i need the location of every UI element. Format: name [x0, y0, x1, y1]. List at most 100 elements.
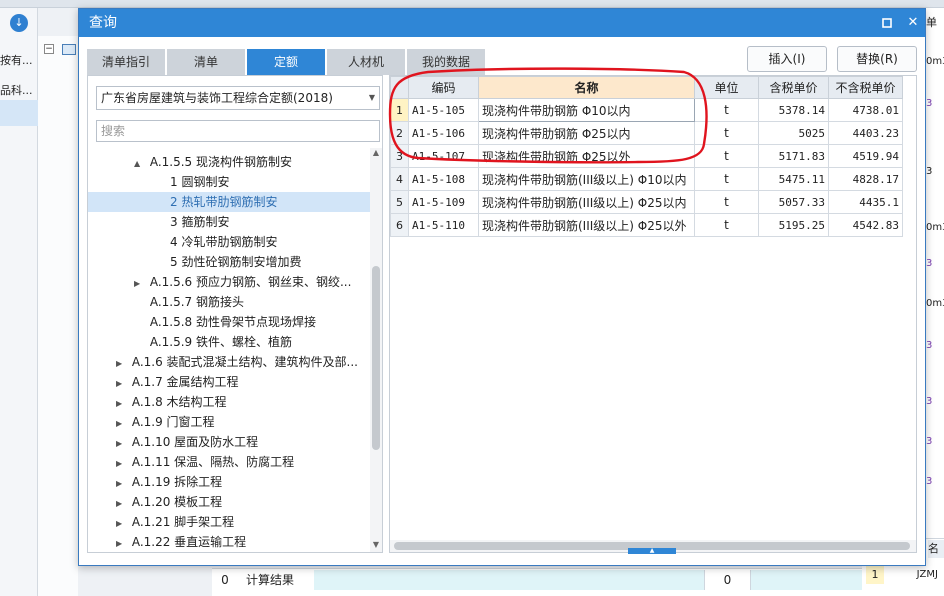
price-notax-cell[interactable]: 4542.83	[828, 213, 903, 237]
expand-triangle-icon[interactable]: ▶	[116, 454, 128, 474]
expand-triangle-icon[interactable]: ▶	[116, 394, 128, 414]
tree-node[interactable]: A.1.5.7 钢筋接头	[134, 292, 244, 312]
calc-expression-cell[interactable]	[314, 570, 704, 590]
tree-node[interactable]: ▶ A.1.5.6 预应力钢筋、钢丝束、钢绞...	[134, 272, 351, 292]
column-header-code[interactable]: 编码	[408, 76, 479, 99]
insert-button[interactable]: 插入(I)	[747, 46, 827, 72]
tree-scroll-thumb[interactable]	[372, 266, 380, 450]
tree-node[interactable]: 1 圆钢制安	[170, 172, 229, 192]
expand-triangle-icon[interactable]: ▶	[116, 474, 128, 494]
table-row[interactable]: 2 A1-5-106 现浇构件带肋钢筋 Φ25以内 t 5025 4403.23	[390, 121, 903, 145]
dialog-titlebar[interactable]: 查询 ✕	[79, 9, 925, 37]
column-header-name[interactable]: 名称	[478, 76, 695, 99]
tree-node[interactable]: ▶ A.1.22 垂直运输工程	[116, 532, 246, 552]
tab-my-data[interactable]: 我的数据	[407, 49, 485, 75]
collapse-icon[interactable]: −	[44, 44, 54, 54]
tree-node[interactable]: ▶ A.1.20 模板工程	[116, 492, 222, 512]
price-notax-cell[interactable]: 4519.94	[828, 144, 903, 168]
row-number[interactable]: 2	[390, 121, 409, 145]
quota-library-select[interactable]: 广东省房屋建筑与装饰工程综合定额(2018) ▼	[96, 86, 380, 110]
quota-name-cell[interactable]: 现浇构件带肋钢筋 Φ25以内	[478, 121, 695, 145]
quota-code-cell[interactable]: A1-5-105	[408, 98, 479, 122]
tree-node[interactable]: ▶ A.1.7 金属结构工程	[116, 372, 239, 392]
collapse-panel-icon[interactable]: ▲	[628, 548, 676, 554]
table-row[interactable]: 5 A1-5-109 现浇构件带肋钢筋(III级以上) Φ25以内 t 5057.33 4…	[390, 190, 903, 214]
price-tax-cell[interactable]: 5378.14	[758, 98, 829, 122]
tree-node[interactable]: 5 劲性砼钢筋制安增加费	[170, 252, 301, 272]
expand-triangle-icon[interactable]: ▶	[116, 414, 128, 434]
tree-node[interactable]: ▶ A.1.19 拆除工程	[116, 472, 222, 492]
price-tax-cell[interactable]: 5195.25	[758, 213, 829, 237]
tree-node[interactable]: ▲ A.1.5.5 现浇构件钢筋制安	[134, 152, 292, 172]
tree-node[interactable]: ▶ A.1.9 门窗工程	[116, 412, 215, 432]
quota-code-cell[interactable]: A1-5-107	[408, 144, 479, 168]
tree-node[interactable]: 3 箍筋制安	[170, 212, 229, 232]
expand-triangle-icon[interactable]: ▶	[116, 354, 128, 374]
tree-node[interactable]: ▶ A.1.10 屋面及防水工程	[116, 432, 258, 452]
column-header-unit[interactable]: 单位	[694, 76, 759, 99]
price-tax-cell[interactable]: 5475.11	[758, 167, 829, 191]
row-number[interactable]: 6	[390, 213, 409, 237]
tab-list-guide[interactable]: 清单指引	[87, 49, 165, 75]
expand-triangle-icon[interactable]: ▶	[116, 514, 128, 534]
quota-name-cell[interactable]: 现浇构件带肋钢筋 Φ25以外	[478, 144, 695, 168]
table-row[interactable]: 6 A1-5-110 现浇构件带肋钢筋(III级以上) Φ25以外 t 5195.25 4…	[390, 213, 903, 237]
unit-cell[interactable]: t	[694, 213, 759, 237]
expand-triangle-icon[interactable]: ▶	[116, 374, 128, 394]
tree-node[interactable]: ▶ A.1.21 脚手架工程	[116, 512, 234, 532]
table-row[interactable]: 1 A1-5-105 现浇构件带肋钢筋 Φ10以内 t 5378.14 4738.01	[390, 98, 903, 122]
tab-quota[interactable]: 定额	[247, 49, 325, 75]
price-notax-cell[interactable]: 4828.17	[828, 167, 903, 191]
expand-triangle-icon[interactable]: ▶	[116, 494, 128, 514]
tab-labor-material-machine[interactable]: 人材机	[327, 49, 405, 75]
background-left-item[interactable]: 按有...	[0, 52, 38, 68]
chevron-down-icon[interactable]: ▼	[369, 87, 375, 109]
quota-code-cell[interactable]: A1-5-109	[408, 190, 479, 214]
maximize-icon[interactable]	[875, 9, 899, 37]
price-notax-cell[interactable]: 4403.23	[828, 121, 903, 145]
variable-code[interactable]: JZMJ	[888, 566, 944, 584]
tree-node[interactable]: ▶ A.1.6 装配式混凝土结构、建筑构件及部...	[116, 352, 358, 372]
price-notax-cell[interactable]: 4435.1	[828, 190, 903, 214]
expand-triangle-icon[interactable]: ▶	[116, 534, 128, 552]
tree-scrollbar[interactable]: ▲ ▼	[370, 148, 382, 552]
tab-list[interactable]: 清单	[167, 49, 245, 75]
tree-node[interactable]: A.1.5.9 铁件、螺栓、植筋	[134, 332, 292, 352]
unit-cell[interactable]: t	[694, 121, 759, 145]
scroll-up-icon[interactable]: ▲	[370, 148, 382, 160]
table-row[interactable]: 4 A1-5-108 现浇构件带肋钢筋(III级以上) Φ10以内 t 5475.11 4…	[390, 167, 903, 191]
tree-node[interactable]: A.1.5.8 劲性骨架节点现场焊接	[134, 312, 316, 332]
price-notax-cell[interactable]: 4738.01	[828, 98, 903, 122]
row-number[interactable]: 3	[390, 144, 409, 168]
quota-code-cell[interactable]: A1-5-106	[408, 121, 479, 145]
quota-name-cell[interactable]: 现浇构件带肋钢筋(III级以上) Φ10以内	[478, 167, 695, 191]
column-header-price-notax[interactable]: 不含税单价	[828, 76, 903, 99]
quota-name-cell[interactable]: 现浇构件带肋钢筋 Φ10以内	[478, 98, 695, 122]
row-number[interactable]: 4	[390, 167, 409, 191]
price-tax-cell[interactable]: 5057.33	[758, 190, 829, 214]
unit-cell[interactable]: t	[694, 98, 759, 122]
close-icon[interactable]: ✕	[901, 9, 925, 37]
row-number[interactable]: 5	[390, 190, 409, 214]
expand-triangle-icon[interactable]: ▶	[116, 434, 128, 454]
column-header-price-tax[interactable]: 含税单价	[758, 76, 829, 99]
download-icon[interactable]: ↓	[10, 14, 28, 32]
background-selected-row[interactable]	[0, 100, 38, 126]
expand-triangle-icon[interactable]: ▶	[134, 274, 146, 294]
quota-name-cell[interactable]: 现浇构件带肋钢筋(III级以上) Φ25以外	[478, 213, 695, 237]
replace-button[interactable]: 替换(R)	[837, 46, 917, 72]
scroll-down-icon[interactable]: ▼	[370, 540, 382, 552]
tree-node[interactable]: 2 热轧带肋钢筋制安	[88, 192, 370, 212]
calc-extra-cell[interactable]	[750, 570, 862, 590]
unit-cell[interactable]: t	[694, 190, 759, 214]
tree-node[interactable]: ▶ A.1.8 木结构工程	[116, 392, 227, 412]
quota-code-cell[interactable]: A1-5-108	[408, 167, 479, 191]
collapse-triangle-icon[interactable]: ▲	[134, 154, 146, 174]
background-left-item[interactable]: 品科...	[0, 82, 38, 98]
unit-cell[interactable]: t	[694, 167, 759, 191]
search-input[interactable]	[96, 120, 380, 142]
tree-node[interactable]: 4 冷轧带肋钢筋制安	[170, 232, 277, 252]
quota-code-cell[interactable]: A1-5-110	[408, 213, 479, 237]
table-row[interactable]: 3 A1-5-107 现浇构件带肋钢筋 Φ25以外 t 5171.83 4519.94	[390, 144, 903, 168]
row-number[interactable]: 1	[390, 98, 409, 122]
